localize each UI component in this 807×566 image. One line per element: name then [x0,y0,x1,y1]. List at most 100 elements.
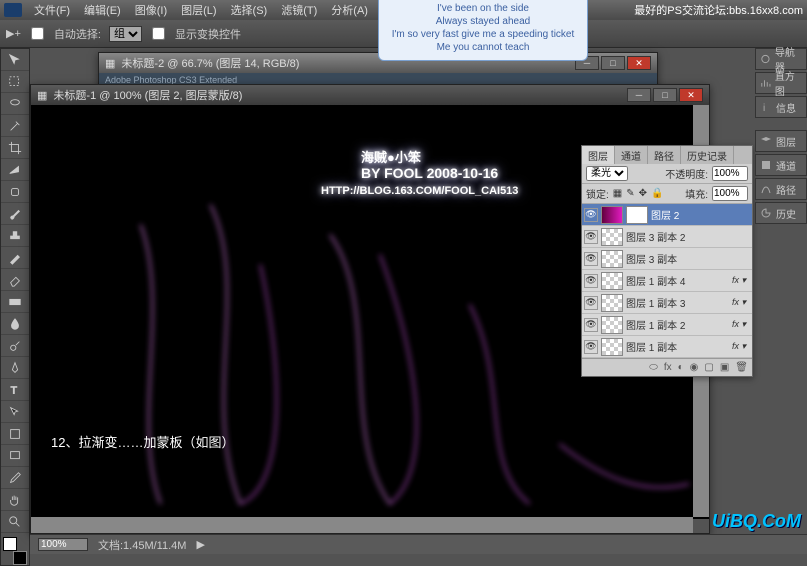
visibility-icon[interactable]: 👁 [584,340,598,354]
heal-tool[interactable] [1,181,29,203]
marquee-tool[interactable] [1,71,29,93]
layer-thumb[interactable] [601,206,623,224]
eyedropper-tool[interactable] [1,467,29,489]
layer-thumb[interactable] [601,294,623,312]
shape-tool[interactable] [1,423,29,445]
dock-histogram[interactable]: 直方图 [755,72,807,94]
layer-row[interactable]: 👁 图层 1 副本 2 fx ▾ [582,314,752,336]
move-tool[interactable] [1,49,29,71]
tab-history[interactable]: 历史记录 [681,146,734,164]
dock-paths[interactable]: 路径 [755,178,807,200]
fill-input[interactable] [712,186,748,201]
eraser-tool[interactable] [1,269,29,291]
dock-info[interactable]: i信息 [755,96,807,118]
fx-badge[interactable]: fx ▾ [732,341,746,352]
visibility-icon[interactable]: 👁 [584,252,598,266]
hand-tool[interactable] [1,489,29,511]
folder-icon[interactable]: ▢ [704,362,713,373]
history-brush-tool[interactable] [1,247,29,269]
foreground-swatch[interactable] [3,537,17,551]
adjustment-icon[interactable]: ◉ [690,362,699,373]
slice-tool[interactable] [1,159,29,181]
menu-filter[interactable]: 滤镜(T) [275,0,323,20]
menu-file[interactable]: 文件(F) [28,0,76,20]
status-arrow-icon[interactable]: ▶ [196,538,204,551]
path-select-tool[interactable] [1,401,29,423]
layer-row[interactable]: 👁 图层 3 副本 2 [582,226,752,248]
fx-badge[interactable]: fx ▾ [732,297,746,308]
visibility-icon[interactable]: 👁 [584,318,598,332]
layer-row[interactable]: 👁 图层 2 [582,204,752,226]
background-swatch[interactable] [13,551,27,565]
visibility-icon[interactable]: 👁 [584,296,598,310]
visibility-icon[interactable]: 👁 [584,208,598,222]
lock-position-icon[interactable]: ✥ [639,188,647,199]
blend-mode-select[interactable]: 柔光 [586,166,628,181]
show-transform-check[interactable] [152,27,165,40]
color-swatches[interactable] [1,537,29,565]
doc2-min[interactable]: ─ [627,88,651,102]
stamp-tool[interactable] [1,225,29,247]
visibility-icon[interactable]: 👁 [584,230,598,244]
auto-select-check[interactable] [31,27,44,40]
auto-select-type[interactable]: 组 [109,26,142,42]
doc2-titlebar[interactable]: ▦ 未标题-1 @ 100% (图层 2, 图层蒙版/8) ─ □ ✕ [31,85,709,105]
menu-analysis[interactable]: 分析(A) [325,0,374,20]
doc2-close[interactable]: ✕ [679,88,703,102]
dock-layers[interactable]: 图层 [755,130,807,152]
dock-navigator[interactable]: 导航器 [755,48,807,70]
opacity-input[interactable] [712,166,748,181]
menu-edit[interactable]: 编辑(E) [78,0,127,20]
layer-row[interactable]: 👁 图层 1 副本 4 fx ▾ [582,270,752,292]
layer-thumb[interactable] [601,272,623,290]
layer-name: 图层 1 副本 [626,339,677,354]
watermark-top: 最好的PS交流论坛:bbs.16xx8.com [634,2,803,18]
dock-channels[interactable]: 通道 [755,154,807,176]
type-tool[interactable]: T [1,379,29,401]
layer-thumb[interactable] [601,338,623,356]
lock-transparent-icon[interactable]: ▦ [613,188,622,199]
brush-tool[interactable] [1,203,29,225]
mask-icon[interactable]: ◐ [678,362,684,373]
show-transform-label: 显示变换控件 [175,26,241,42]
lock-all-icon[interactable]: 🔒 [651,188,663,199]
lock-pixels-icon[interactable]: ✎ [626,188,634,199]
crop-tool[interactable] [1,137,29,159]
zoom-tool[interactable] [1,511,29,533]
fx-badge[interactable]: fx ▾ [732,319,746,330]
doc2-scroll-h[interactable] [31,517,693,533]
blur-tool[interactable] [1,313,29,335]
layer-row[interactable]: 👁 图层 1 副本 fx ▾ [582,336,752,358]
menu-layer[interactable]: 图层(L) [175,0,222,20]
notes-tool[interactable] [1,445,29,467]
lasso-tool[interactable] [1,93,29,115]
menu-select[interactable]: 选择(S) [225,0,274,20]
layer-thumb[interactable] [601,228,623,246]
tab-channels[interactable]: 通道 [615,146,648,164]
tab-paths[interactable]: 路径 [648,146,681,164]
visibility-icon[interactable]: 👁 [584,274,598,288]
zoom-input[interactable] [38,538,88,551]
trash-icon[interactable]: 🗑 [735,362,748,373]
menu-image[interactable]: 图像(I) [129,0,173,20]
dock-history[interactable]: 历史 [755,202,807,224]
fx-icon[interactable]: fx [664,362,672,373]
link-icon[interactable]: ⬭ [649,362,658,373]
layer-row[interactable]: 👁 图层 1 副本 3 fx ▾ [582,292,752,314]
new-layer-icon[interactable]: ▣ [720,362,729,373]
fill-label: 填充: [685,186,708,201]
dodge-tool[interactable] [1,335,29,357]
doc2-max[interactable]: □ [653,88,677,102]
ps-doc-icon: ▦ [105,57,115,70]
doc1-max[interactable]: □ [601,56,625,70]
doc1-close[interactable]: ✕ [627,56,651,70]
layer-thumb[interactable] [601,250,623,268]
layer-thumb[interactable] [601,316,623,334]
fx-badge[interactable]: fx ▾ [732,275,746,286]
pen-tool[interactable] [1,357,29,379]
wand-tool[interactable] [1,115,29,137]
layer-row[interactable]: 👁 图层 3 副本 [582,248,752,270]
gradient-tool[interactable] [1,291,29,313]
tab-layers[interactable]: 图层 [582,146,615,164]
mask-thumb[interactable] [626,206,648,224]
